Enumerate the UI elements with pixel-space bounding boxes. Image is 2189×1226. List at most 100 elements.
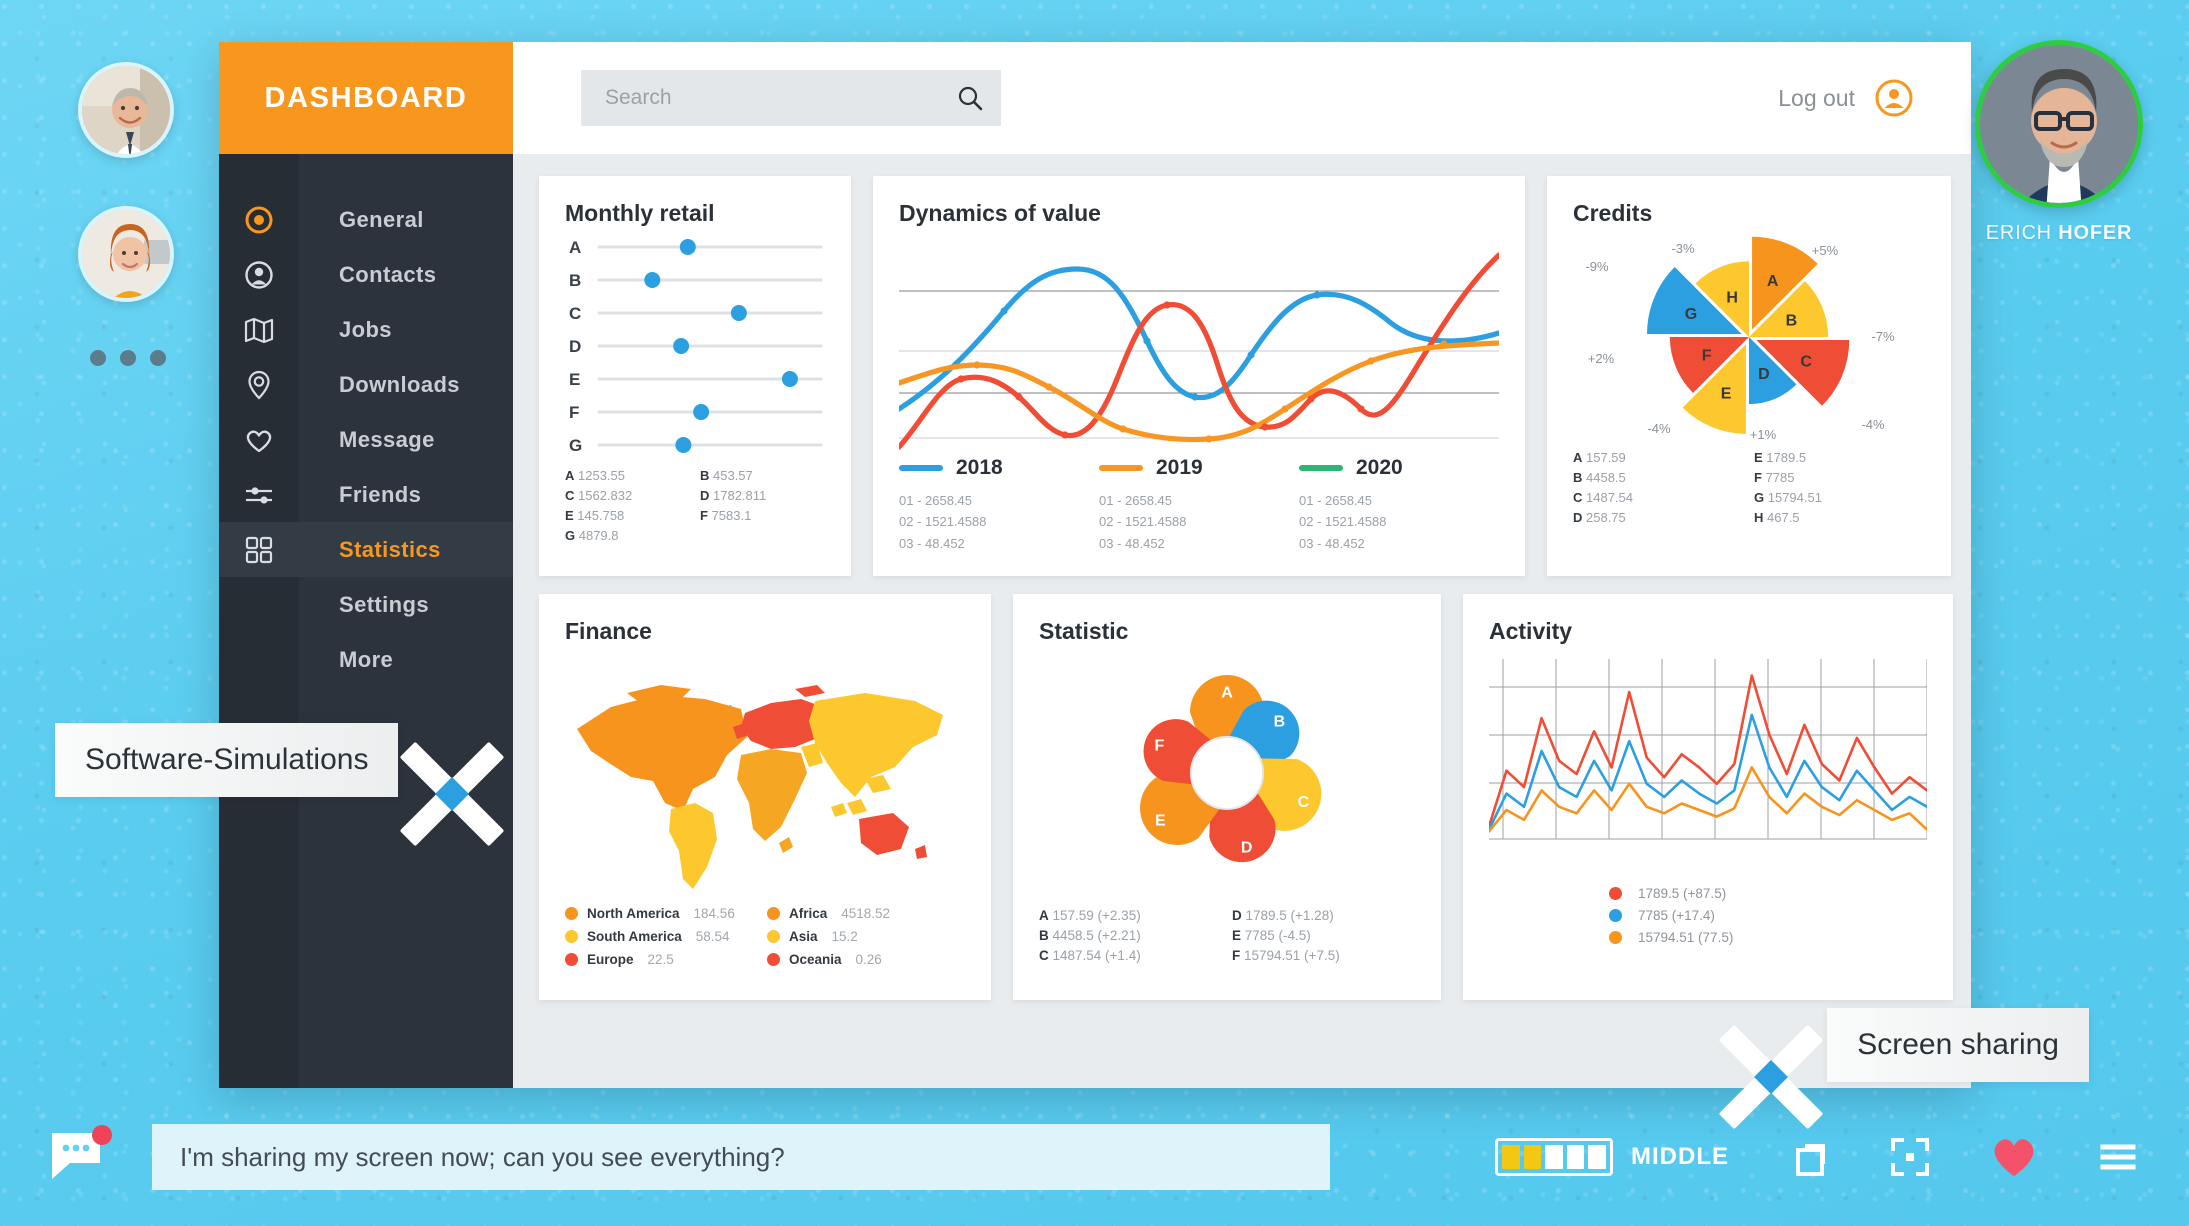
top-bar: DASHBOARD Log out: [219, 42, 1971, 154]
pie-pct-label: -4%: [1647, 421, 1671, 436]
card-activity: Activity 1789.5 (+87.5) 7785 (+17.4) 15794…: [1463, 594, 1953, 1000]
statistic-legend: A 157.59 (+2.35) D 1789.5 (+1.28) B 4458.5…: [1039, 908, 1415, 963]
legend-item: C 1562.832: [565, 488, 633, 503]
legend-item: A 157.59: [1573, 450, 1626, 465]
legend-item: F 15794.51 (+7.5): [1232, 948, 1340, 963]
pie-slice-label: H: [1726, 289, 1738, 306]
sidebar-item-label: Settings: [339, 591, 429, 617]
speaker-avatar[interactable]: [1975, 40, 2143, 208]
legend-points: 01 - 2658.45 02 - 1521.4588 03 - 48.452: [1099, 493, 1187, 551]
chat-input[interactable]: [152, 1124, 1330, 1190]
search-icon[interactable]: [957, 85, 983, 111]
sidebar-item-settings[interactable]: Settings: [219, 577, 513, 632]
pie-pct-label: +2%: [1588, 351, 1615, 366]
petal-label-A: A: [1221, 685, 1233, 702]
card-title: Finance: [565, 618, 652, 644]
sidebar-item-general[interactable]: General: [219, 192, 513, 247]
sidebar-item-message[interactable]: Message: [219, 412, 513, 467]
top-bar-right: Log out: [513, 42, 1971, 154]
legend-item: A 1253.55: [565, 468, 625, 483]
legend-item: South America 58.54: [565, 929, 763, 944]
card-title: Credits: [1573, 200, 1653, 226]
svg-text:E: E: [569, 370, 580, 389]
speaker-first-name: ERICH: [1985, 222, 2052, 244]
card-title: Statistic: [1039, 618, 1129, 644]
sidebar-item-more[interactable]: More: [219, 632, 513, 687]
annotation-software-simulations: Software-Simulations: [55, 723, 399, 797]
legend-item: Oceania 0.26: [767, 952, 965, 967]
search-box[interactable]: [581, 70, 1001, 126]
menu-icon[interactable]: [2095, 1134, 2141, 1180]
svg-text:D: D: [569, 337, 581, 356]
grid-icon: [219, 535, 299, 565]
user-circle-icon[interactable]: [1875, 79, 1913, 117]
svg-text:A: A: [569, 238, 581, 257]
pie-slice-label: D: [1758, 366, 1770, 383]
more-participants-dots[interactable]: [90, 350, 198, 366]
legend-item: Asia 15.2: [767, 929, 965, 944]
pin-icon: [219, 369, 299, 401]
chat-button[interactable]: [48, 1125, 114, 1185]
avatar-photo: [82, 210, 170, 298]
dynamics-legend: 2018 01 - 2658.45 02 - 1521.4588 03 - 48.45…: [899, 456, 1499, 554]
credits-pie-chart: A B C D E F G H +5% -7% -4% +1% -4% +2% -9% -3%: [1585, 236, 1895, 442]
bottom-toolbar: MIDDLE: [0, 1088, 2189, 1226]
avatar-illustration: [82, 66, 170, 154]
heart-icon[interactable]: [1989, 1134, 2039, 1180]
finance-world-map: [577, 685, 943, 889]
statistic-radial-chart: A B C D E F: [1140, 675, 1322, 863]
legend-column: 2019 01 - 2658.45 02 - 1521.4588 03 - 48.45…: [1099, 456, 1299, 554]
sidebar-item-jobs[interactable]: Jobs: [219, 302, 513, 357]
sidebar-item-label: General: [339, 206, 424, 232]
quality-bar: [1502, 1145, 1520, 1169]
avatar-illustration: [1980, 45, 2138, 203]
activity-chart: [1487, 659, 1929, 840]
cards-row-1: Monthly retail ABCDEFG A 1253.55 B 453.57…: [539, 176, 1951, 576]
legend-column: 2020 01 - 2658.45 02 - 1521.4588 03 - 48.45…: [1299, 456, 1499, 554]
slider-icon: [219, 479, 299, 511]
windows-icon[interactable]: [1785, 1134, 1831, 1180]
sidebar-item-label: More: [339, 646, 394, 672]
pie-pct-label: -9%: [1585, 259, 1609, 274]
quality-bar: [1523, 1145, 1542, 1169]
dot: [120, 350, 136, 366]
monthly-retail-legend: A 1253.55 B 453.57 C 1562.832 D 1782.811 E 1…: [565, 468, 825, 543]
quality-meter[interactable]: [1495, 1138, 1613, 1176]
avatar-photo: [1980, 45, 2138, 203]
card-finance: Finance North America 184.56 Africa 4518…: [539, 594, 991, 1000]
logout-area[interactable]: Log out: [1778, 79, 1913, 117]
dot: [90, 350, 106, 366]
chat-unread-badge: [92, 1125, 112, 1145]
legend-item: A 157.59 (+2.35): [1039, 908, 1141, 923]
map-icon: [219, 314, 299, 346]
legend-item: H 467.5: [1754, 510, 1800, 525]
pie-pct-label: +1%: [1750, 427, 1777, 442]
legend-item: F 7785: [1754, 470, 1795, 485]
quality-indicator[interactable]: MIDDLE: [1495, 1138, 1729, 1176]
speaker-last-name: HOFER: [2058, 222, 2133, 244]
participant-avatar-1[interactable]: [78, 62, 174, 158]
sidebar-item-contacts[interactable]: Contacts: [219, 247, 513, 302]
pie-pct-label: -3%: [1671, 241, 1695, 256]
sidebar-item-friends[interactable]: Friends: [219, 467, 513, 522]
sidebar-item-downloads[interactable]: Downloads: [219, 357, 513, 412]
logout-label[interactable]: Log out: [1778, 85, 1855, 112]
petal-label-C: C: [1298, 794, 1310, 811]
legend-item: C 1487.54 (+1.4): [1039, 948, 1141, 963]
card-statistic: Statistic A B C D E F A 157.59 (+2.35) D 1789.…: [1013, 594, 1441, 1000]
legend-series: 2020: [1299, 456, 1499, 480]
annotation-screen-sharing: Screen sharing: [1827, 1008, 2089, 1082]
card-title: Dynamics of value: [899, 200, 1101, 226]
fullscreen-icon[interactable]: [1887, 1134, 1933, 1180]
legend-item: Europe 22.5: [565, 952, 763, 967]
sidebar-item-statistics[interactable]: Statistics: [219, 522, 513, 577]
sidebar-item-label: Message: [339, 426, 435, 452]
sidebar: General Contacts Jobs Downloads Message …: [219, 154, 513, 1088]
participant-avatar-2[interactable]: [78, 206, 174, 302]
legend-item: Africa 4518.52: [767, 906, 965, 921]
pie-slice-label: C: [1800, 354, 1812, 371]
svg-text:F: F: [569, 403, 579, 422]
sidebar-item-label: Downloads: [339, 371, 460, 397]
legend-item: North America 184.56: [565, 906, 763, 921]
search-input[interactable]: [605, 86, 957, 110]
